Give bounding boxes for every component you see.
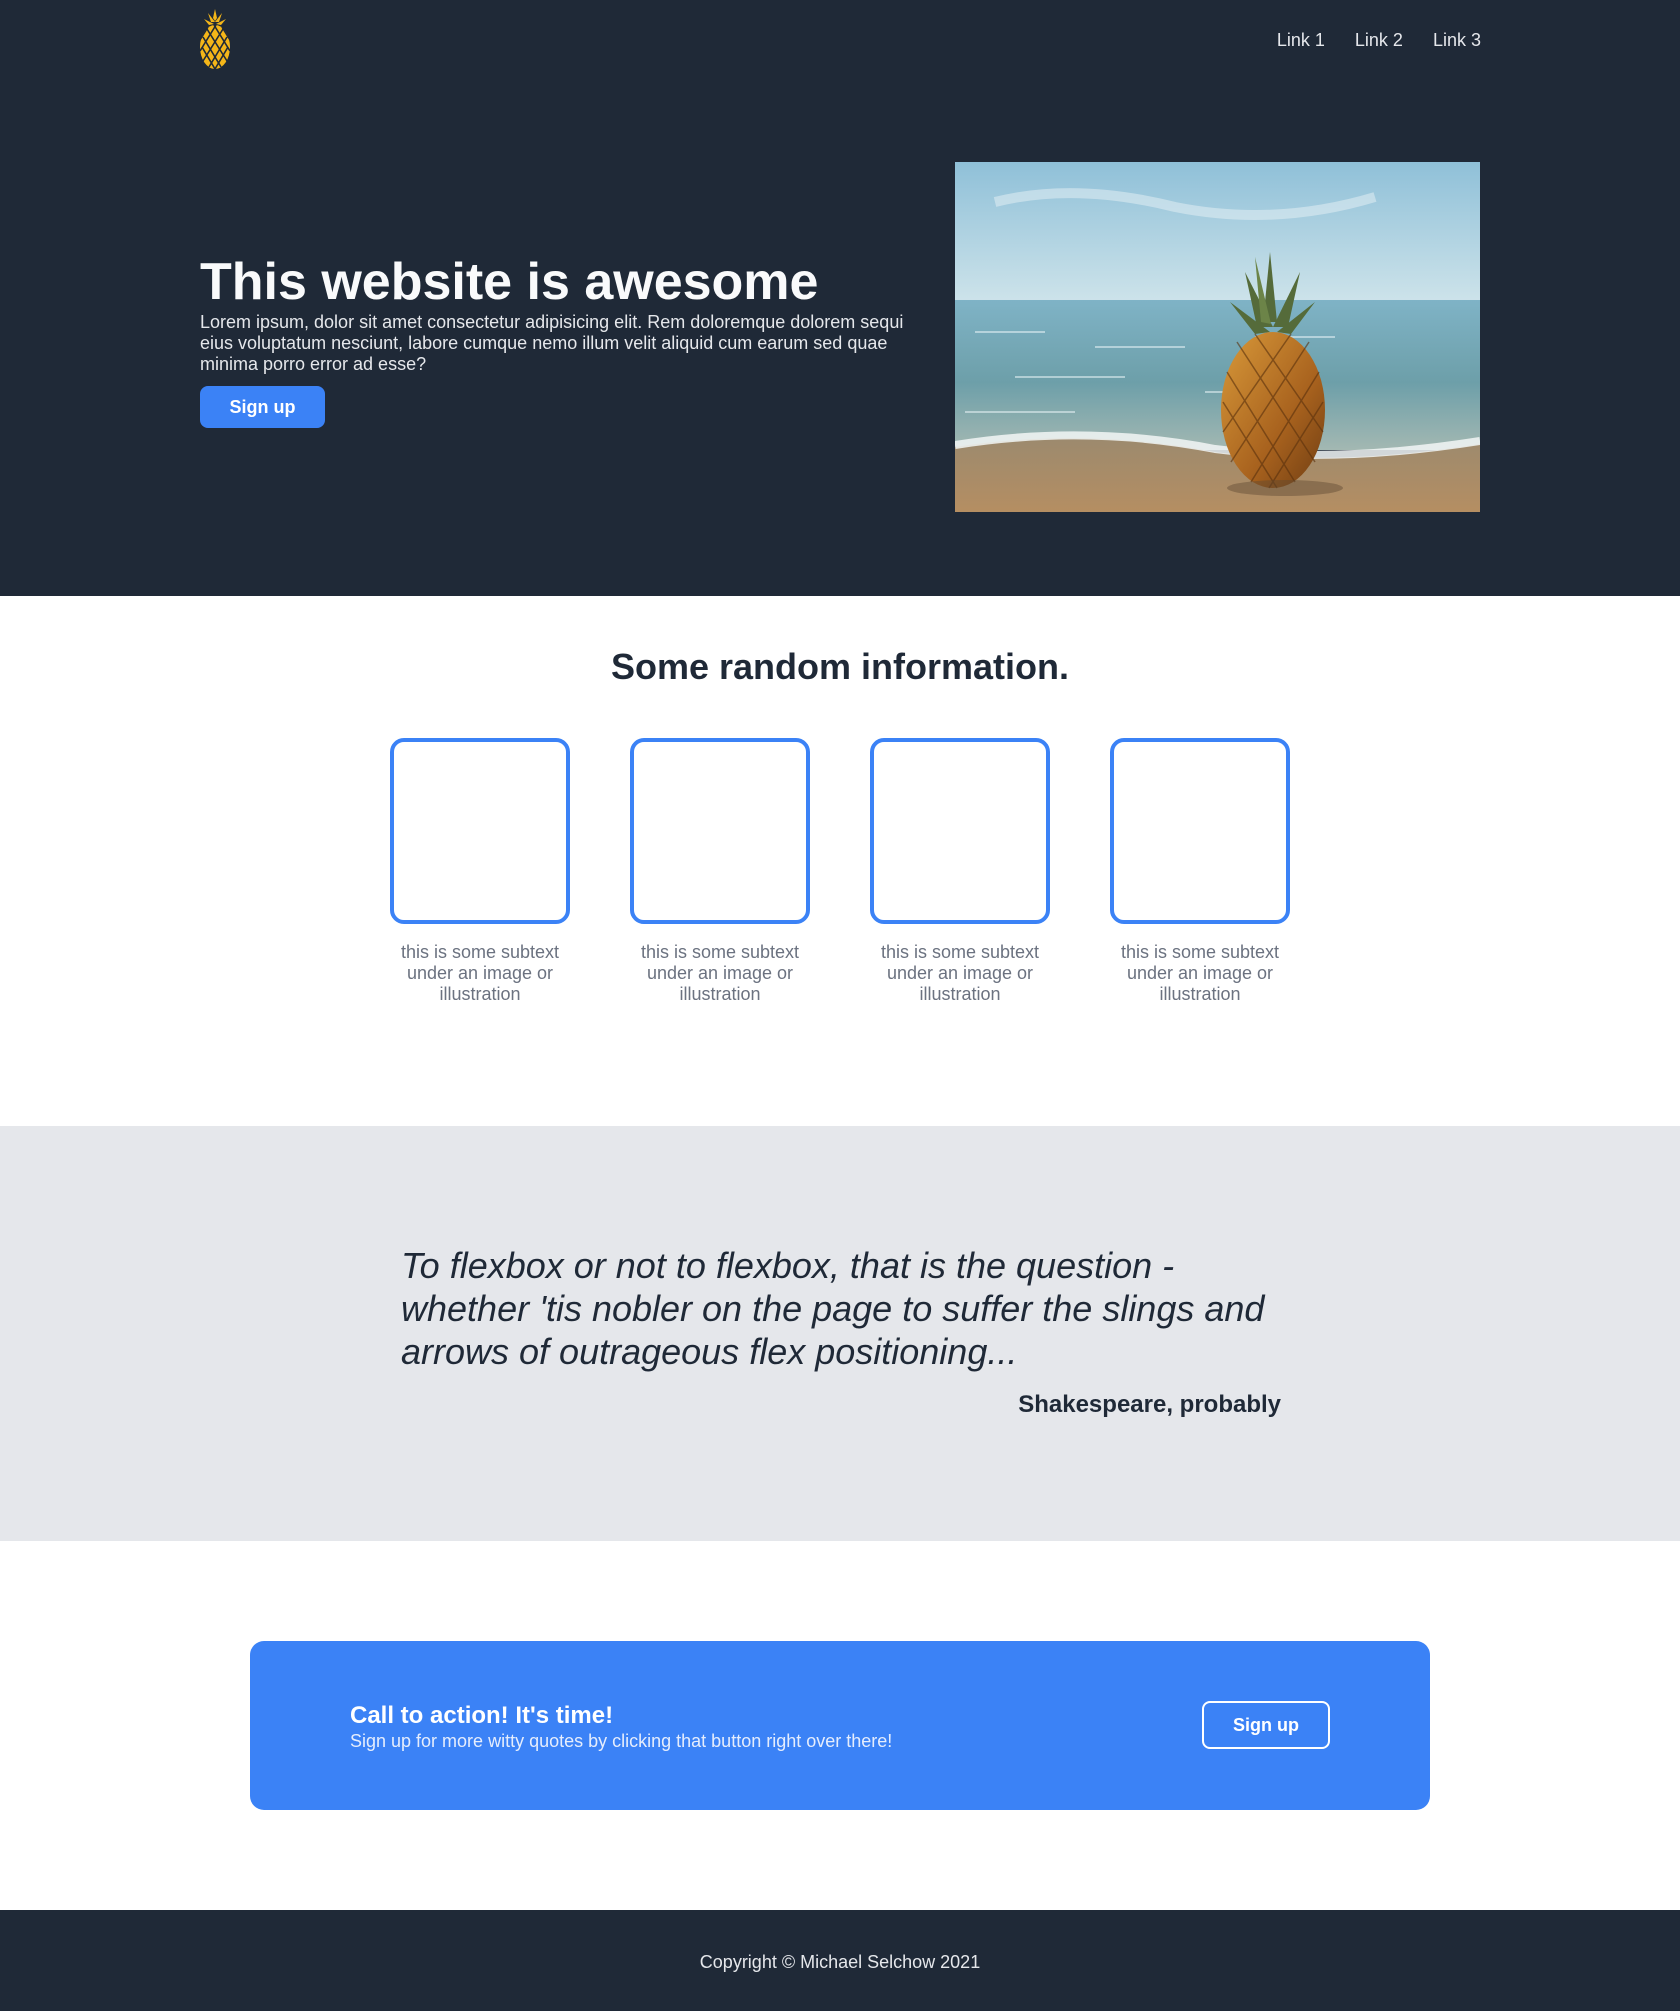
main-nav: Link 1 Link 2 Link 3 [1277,28,1481,52]
cta-signup-button[interactable]: Sign up [1202,1701,1330,1749]
quote-section: To flexbox or not to flexbox, that is th… [0,1126,1680,1541]
hero-signup-button[interactable]: Sign up [200,386,325,428]
card-image-placeholder [630,738,810,924]
nav-link-3[interactable]: Link 3 [1433,28,1481,52]
nav-link-1[interactable]: Link 1 [1277,28,1325,52]
pineapple-icon[interactable] [199,9,231,71]
info-card: this is some subtext under an image or i… [1110,738,1290,1005]
card-subtext: this is some subtext under an image or i… [1120,942,1280,1004]
quote-author: Shakespeare, probably [1018,1391,1281,1418]
hero-section: Link 1 Link 2 Link 3 This website is awe… [0,0,1680,596]
cta-subtitle: Sign up for more witty quotes by clickin… [350,1731,893,1751]
footer: Copyright © Michael Selchow 2021 [0,1910,1680,2011]
info-cards: this is some subtext under an image or i… [0,738,1680,1005]
card-image-placeholder [390,738,570,924]
nav-link-2[interactable]: Link 2 [1355,28,1403,52]
hero-description: Lorem ipsum, dolor sit amet consectetur … [200,312,904,374]
info-card: this is some subtext under an image or i… [870,738,1050,1005]
info-card: this is some subtext under an image or i… [630,738,810,1005]
card-image-placeholder [870,738,1050,924]
card-subtext: this is some subtext under an image or i… [400,942,560,1004]
quote-text: To flexbox or not to flexbox, that is th… [401,1245,1265,1372]
copyright-text: Copyright © Michael Selchow 2021 [699,1952,981,1972]
call-to-action-panel: Call to action! It's time! Sign up for m… [250,1641,1430,1810]
info-title: Some random information. [610,646,1070,687]
hero-text-block: This website is awesome Lorem ipsum, dol… [200,252,915,428]
card-image-placeholder [1110,738,1290,924]
card-subtext: this is some subtext under an image or i… [640,942,800,1004]
card-subtext: this is some subtext under an image or i… [880,942,1040,1004]
cta-title: Call to action! It's time! [350,1702,614,1729]
hero-title: This website is awesome [200,253,819,311]
pineapple-beach-photo [955,162,1480,512]
hero-image [955,162,1480,512]
info-card: this is some subtext under an image or i… [390,738,570,1005]
